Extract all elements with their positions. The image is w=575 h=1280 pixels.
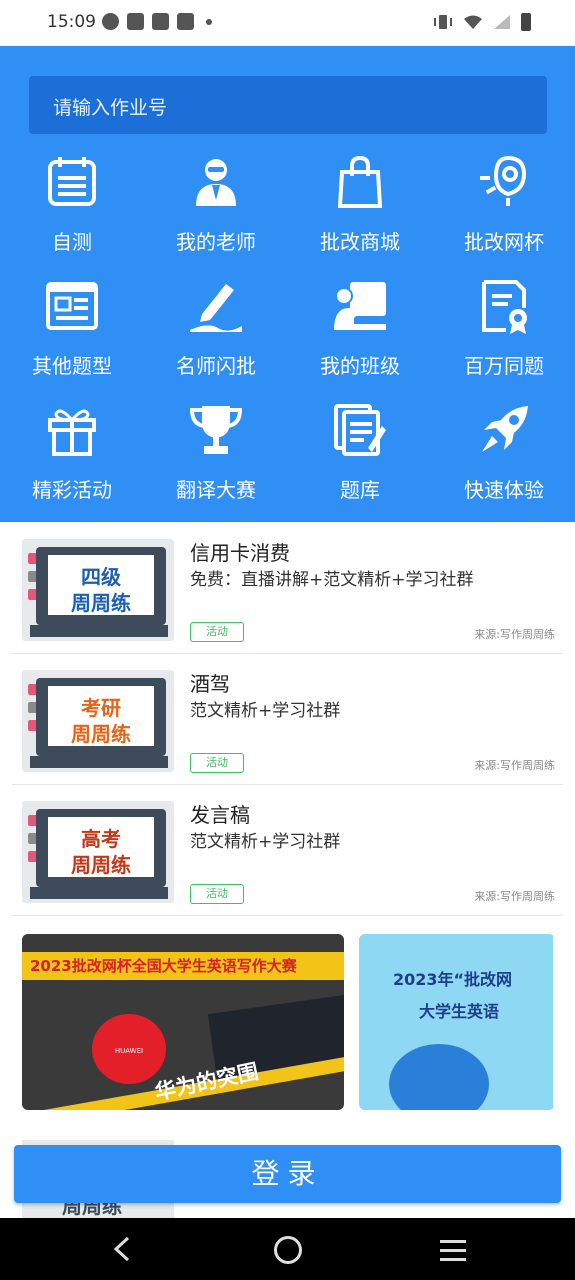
grid-label: 百万同题	[464, 354, 544, 378]
grid-item-cup[interactable]: 批改网杯	[432, 146, 575, 256]
grid-label: 我的班级	[320, 354, 400, 378]
card-subtitle: 免费：直播讲解+范文精析+学习社群	[190, 570, 474, 590]
trophy-icon	[189, 406, 243, 454]
system-nav-bar	[0, 1218, 575, 1280]
thumbnail-image: 高考 周周练	[22, 801, 174, 903]
rocket-medal-icon	[480, 155, 527, 206]
list-item[interactable]: 考研 周周练 酒驾 范文精析+学习社群 活动 来源:写作周周练	[12, 653, 563, 785]
grid-item-activities[interactable]: 精彩活动	[0, 394, 144, 504]
activity-tag: 活动	[190, 884, 244, 904]
banner-contest-2023[interactable]: 2023年“批改网 大学生英语	[359, 934, 553, 1110]
banner-title: 2023批改网杯全国大学生英语写作大赛	[30, 957, 297, 975]
card-subtitle: 范文精析+学习社群	[190, 701, 341, 721]
thumb-title: 高考	[81, 827, 121, 851]
thumb-title: 考研	[81, 696, 121, 720]
boxing-glove-image: HUAWEI	[92, 1014, 166, 1084]
grid-label: 批改商城	[320, 230, 400, 254]
card-title: 信用卡消费	[190, 541, 290, 565]
home-icon[interactable]	[274, 1236, 302, 1264]
grid-item-million-questions[interactable]: 百万同题	[432, 270, 575, 380]
vibrate-icon	[434, 15, 452, 29]
source-label: 来源:写作周周练	[474, 890, 555, 903]
grid-item-my-teacher[interactable]: 我的老师	[144, 146, 288, 256]
grid-label: 批改网杯	[464, 230, 544, 254]
thumb-subtitle: 周周练	[71, 853, 131, 877]
speedometer-icon	[102, 13, 119, 30]
source-label: 来源:写作周周练	[474, 628, 555, 641]
card-title: 发言稿	[190, 803, 250, 827]
grid-label: 题库	[340, 478, 380, 502]
thumbnail-image: 考研 周周练	[22, 670, 174, 772]
status-bar: 15:09	[0, 0, 575, 46]
certificate-icon	[482, 280, 527, 334]
question-bank-icon	[334, 404, 386, 456]
grid-label: 精彩活动	[32, 478, 112, 502]
grid-item-self-test[interactable]: 自测	[0, 146, 144, 256]
thumb-subtitle: 周周练	[71, 591, 131, 615]
shopping-bag-icon	[127, 13, 144, 30]
banner-carousel[interactable]: 2023批改网杯全国大学生英语写作大赛 HUAWEI 华为的突围 2023年“批…	[22, 934, 553, 1110]
grid-label: 自测	[52, 230, 92, 254]
grid-label: 翻译大赛	[176, 478, 256, 502]
thumb-subtitle: 周周练	[71, 722, 131, 746]
card-subtitle: 范文精析+学习社群	[190, 832, 341, 852]
grid-label: 名师闪批	[176, 354, 256, 378]
pen-write-icon	[190, 284, 242, 332]
grid-item-question-bank[interactable]: 题库	[288, 394, 432, 504]
rocket-icon	[482, 406, 528, 452]
shopping-bag-icon	[177, 13, 194, 30]
grid-item-my-class[interactable]: 我的班级	[288, 270, 432, 380]
signal-icon	[494, 15, 510, 29]
grid-label: 快速体验	[464, 478, 544, 502]
recent-apps-icon[interactable]	[440, 1240, 466, 1267]
shopping-bag-icon	[337, 155, 383, 208]
search-placeholder: 请输入作业号	[53, 97, 168, 119]
activity-tag: 活动	[190, 622, 244, 642]
banner-slogan: 华为的突围	[152, 1059, 261, 1105]
search-input[interactable]: 请输入作业号	[29, 76, 547, 134]
calendar-icon	[48, 157, 96, 206]
system-icons	[433, 13, 531, 31]
grid-item-translation-contest[interactable]: 翻译大赛	[144, 394, 288, 504]
grid-item-other-types[interactable]: 其他题型	[0, 270, 144, 380]
wifi-icon	[464, 15, 482, 29]
shopping-bag-icon	[152, 13, 169, 30]
banner-title: 2023年“批改网	[393, 970, 513, 989]
grid-item-quick-try[interactable]: 快速体验	[432, 394, 575, 504]
banner-writing-contest[interactable]: 2023批改网杯全国大学生英语写作大赛 HUAWEI 华为的突围	[22, 934, 344, 1110]
header-panel: 请输入作业号 自测 我的老师 批改商城 批改网杯 其他题型 名师闪批 我的班级 …	[0, 46, 575, 522]
source-label: 来源:写作周周练	[474, 759, 555, 772]
grid-label: 我的老师	[176, 230, 256, 254]
list-item[interactable]: 四级 周周练 信用卡消费 免费：直播讲解+范文精析+学习社群 活动 来源:写作周…	[12, 522, 563, 654]
list-item[interactable]: 高考 周周练 发言稿 范文精析+学习社群 活动 来源:写作周周练	[12, 784, 563, 916]
thumb-title: 四级	[81, 565, 121, 589]
banner-subtitle: 大学生英语	[419, 1002, 500, 1021]
login-button[interactable]: 登录	[14, 1145, 561, 1203]
activity-tag: 活动	[190, 753, 244, 773]
gift-icon	[48, 409, 96, 456]
thumbnail-image: 四级 周周练	[22, 539, 174, 641]
grid-label: 其他题型	[32, 354, 112, 378]
notification-icons	[102, 13, 212, 30]
grid-item-shop[interactable]: 批改商城	[288, 146, 432, 256]
classroom-icon	[334, 282, 386, 330]
more-dot-icon	[206, 18, 212, 25]
back-icon[interactable]	[108, 1234, 138, 1264]
card-title: 酒驾	[190, 672, 230, 696]
status-time: 15:09	[47, 12, 96, 32]
teacher-icon	[196, 159, 236, 206]
battery-icon	[521, 13, 531, 31]
document-layout-icon	[46, 282, 98, 330]
grid-item-famous-teacher[interactable]: 名师闪批	[144, 270, 288, 380]
brand-label: HUAWEI	[114, 1047, 144, 1055]
